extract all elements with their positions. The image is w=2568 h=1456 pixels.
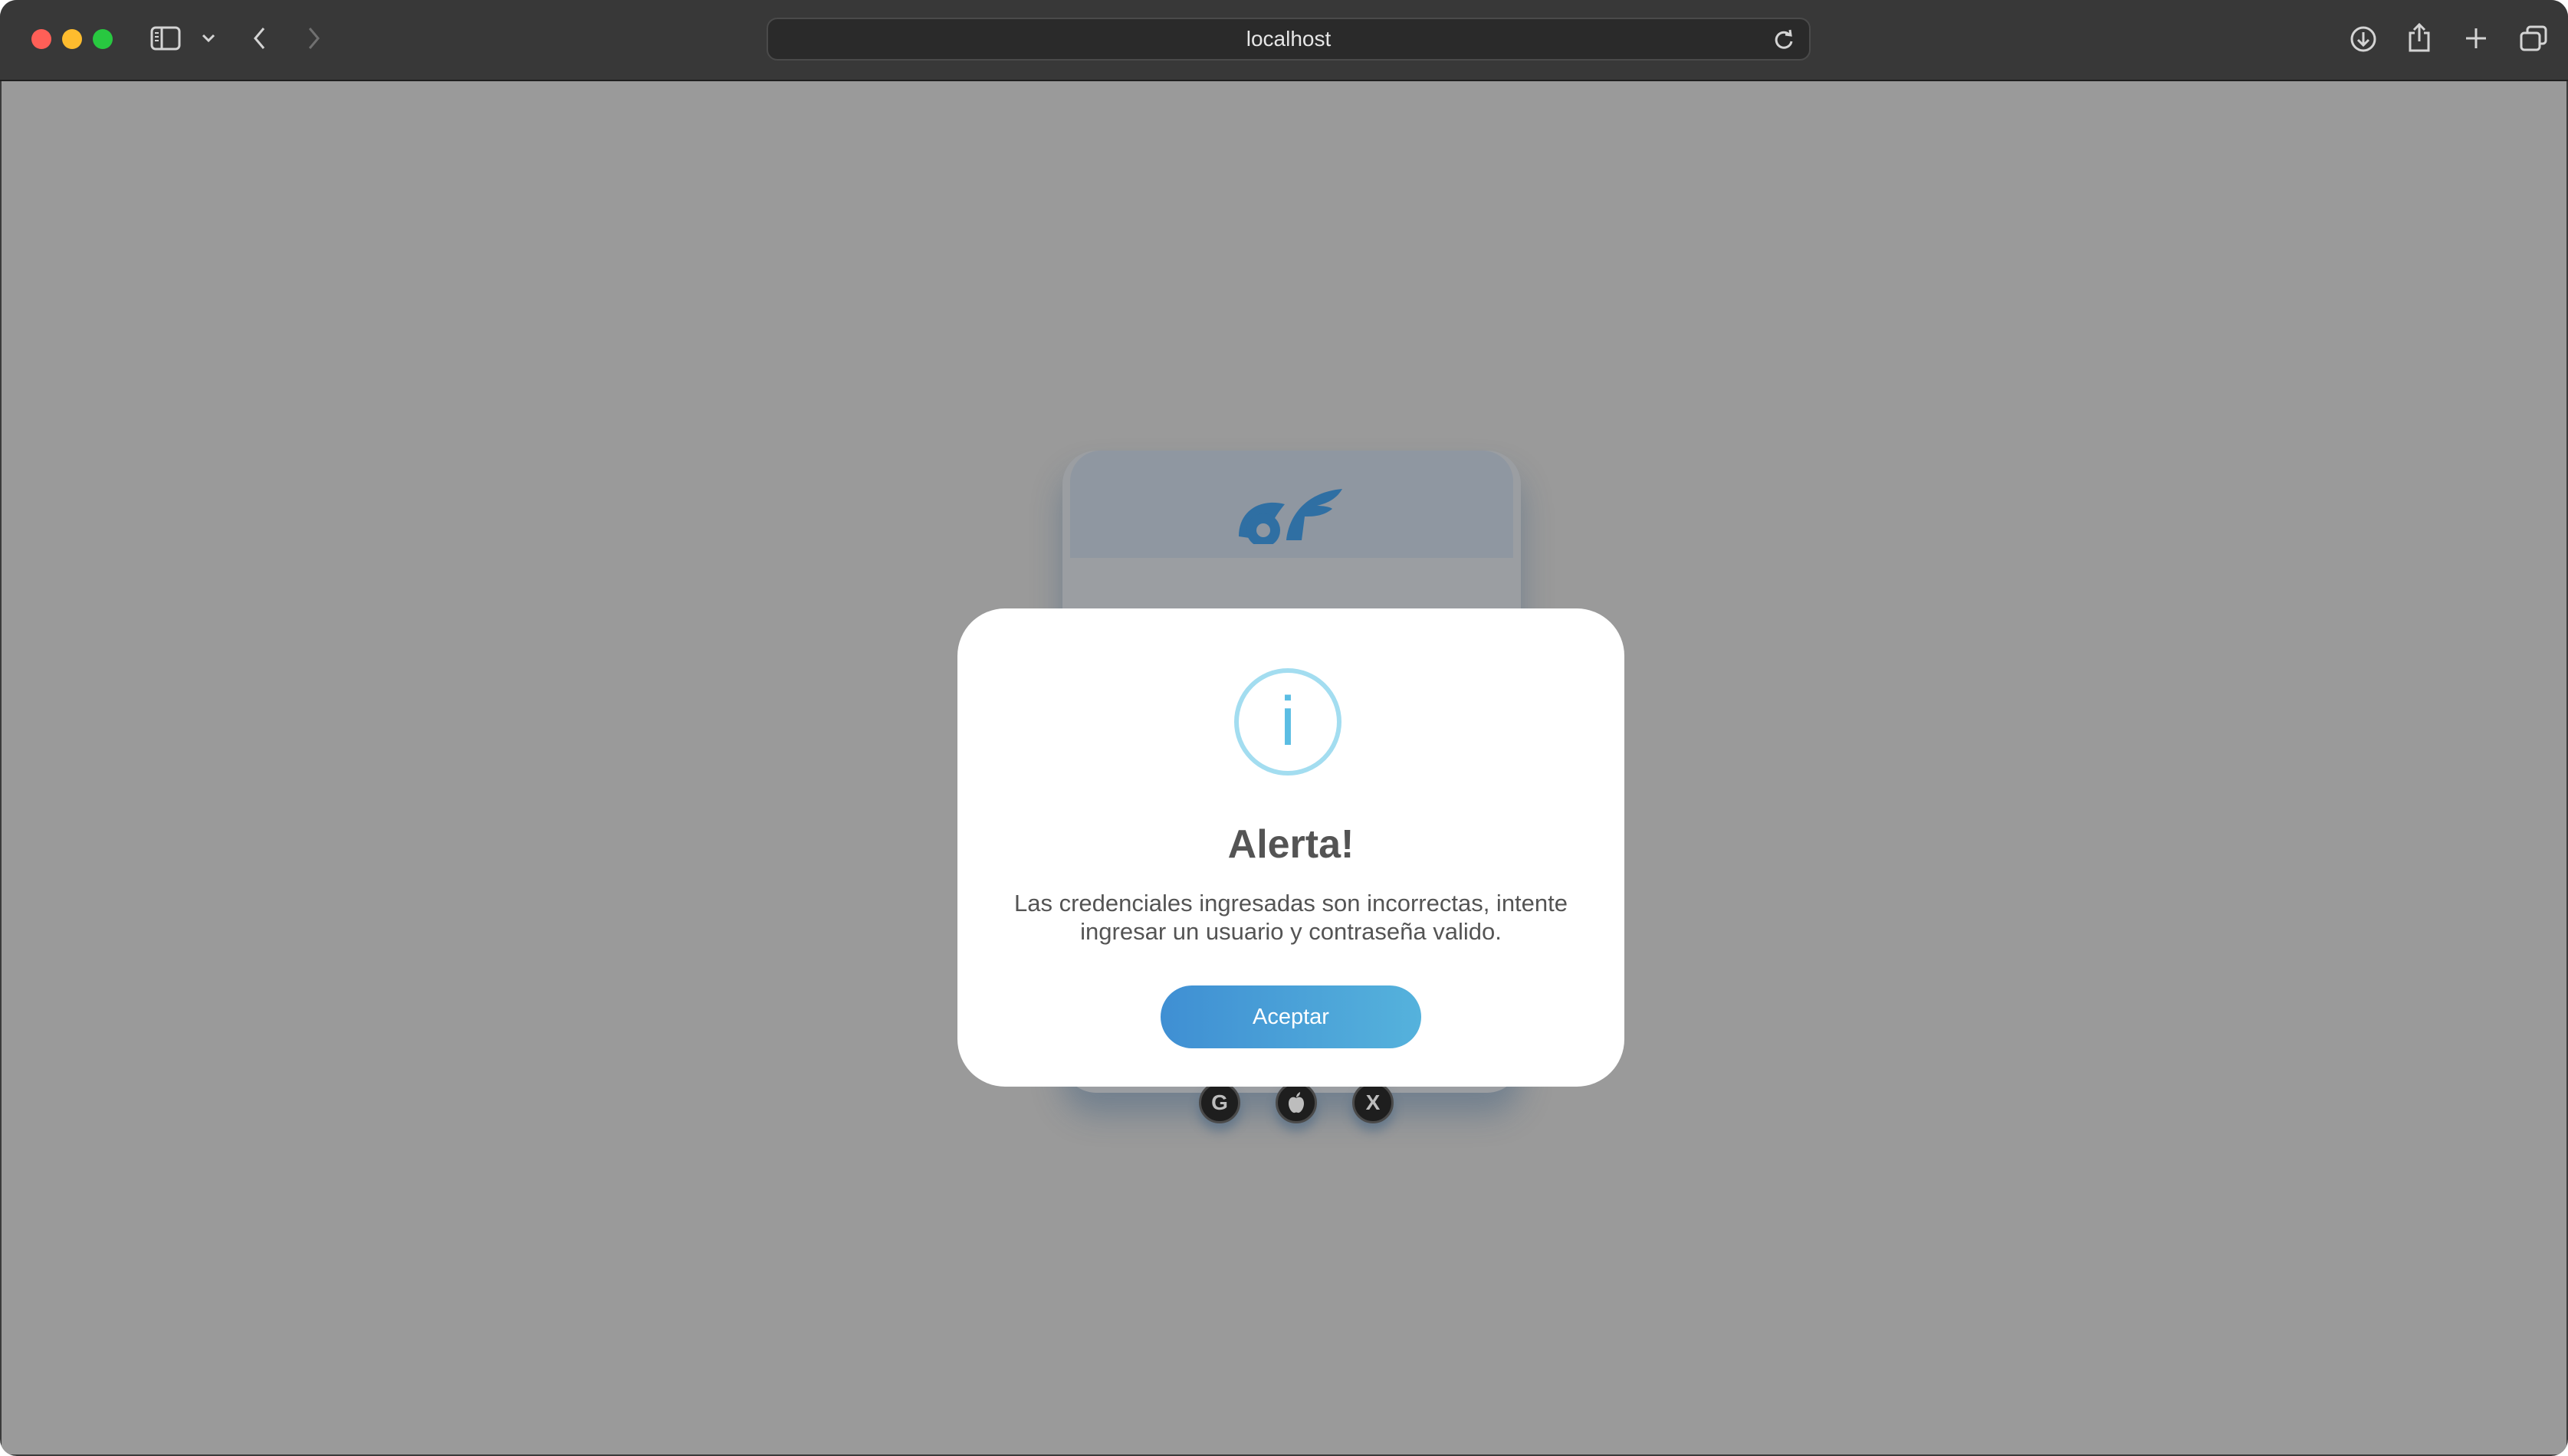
share-icon[interactable] [2405,21,2433,54]
address-bar[interactable]: localhost [767,18,1811,61]
apple-login-icon[interactable] [1276,1082,1317,1123]
browser-toolbar: localhost [0,0,2568,81]
url-text: localhost [1246,27,1332,51]
social-login-row: G X [1199,1082,1394,1123]
minimize-window-button[interactable] [62,29,82,49]
reload-icon[interactable] [1772,28,1795,51]
info-icon: i [1234,668,1341,776]
plus-icon[interactable] [2462,25,2490,52]
google-login-icon[interactable]: G [1199,1082,1240,1123]
chevron-down-icon[interactable] [199,29,218,48]
alert-dialog: i Alerta! Las credenciales ingresadas so… [957,608,1624,1087]
alert-message: Las credenciales ingresadas son incorrec… [1013,890,1568,945]
login-card-header [1070,451,1513,558]
x-login-icon[interactable]: X [1352,1082,1394,1123]
download-icon[interactable] [2349,25,2378,54]
tabs-icon[interactable] [2519,25,2548,52]
brand-logo-icon [1239,489,1342,544]
info-glyph: i [1280,683,1295,760]
browser-window: localhost G X i Alerta! Las credenciales… [0,0,2568,1456]
zoom-window-button[interactable] [93,29,113,49]
accept-button[interactable]: Aceptar [1161,985,1421,1048]
alert-title: Alerta! [1227,822,1355,867]
sidebar-icon[interactable] [150,25,181,52]
page-overlay[interactable]: G X i Alerta! Las credenciales ingresada… [2,81,2566,1454]
chevron-left-icon[interactable] [250,25,268,52]
chevron-right-icon[interactable] [305,25,323,52]
apple-icon [1289,1092,1304,1113]
close-window-button[interactable] [31,29,51,49]
